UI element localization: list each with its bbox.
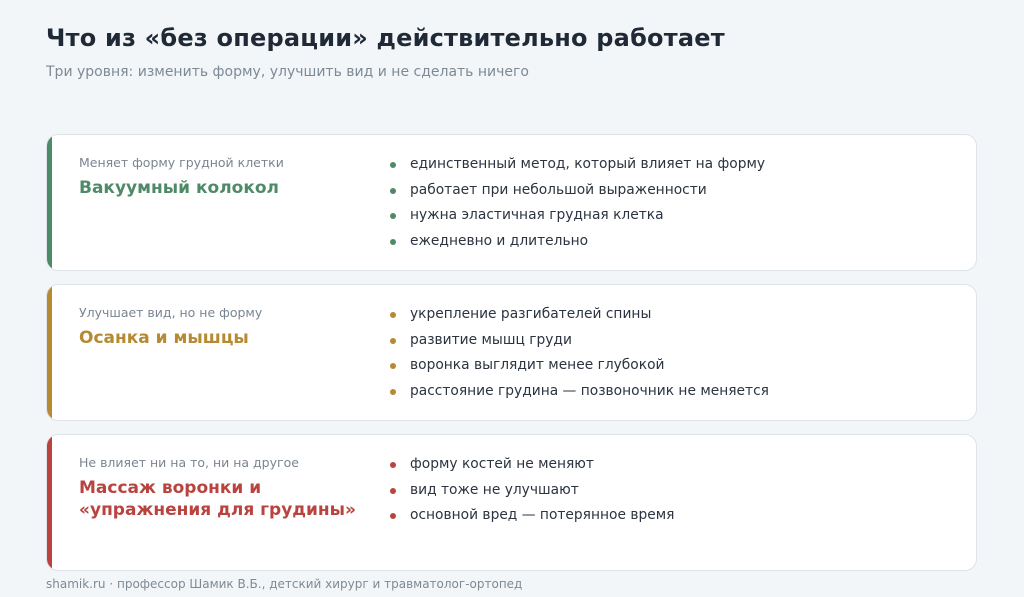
bullet-dot-icon: [390, 213, 396, 220]
list-item-text: вид тоже не улучшают: [410, 481, 579, 498]
page-subtitle: Три уровня: изменить форму, улучшить вид…: [46, 64, 529, 80]
page-title: Что из «без операции» действительно рабо…: [46, 24, 725, 52]
bullet-list: единственный метод, который влияет на фо…: [390, 152, 765, 255]
list-item: основной вред — потерянное время: [390, 503, 674, 529]
accent-bar: [47, 435, 52, 570]
card-heading-line: Массаж воронки и: [79, 478, 262, 498]
bullet-dot-icon: [390, 513, 396, 520]
bullet-dot-icon: [390, 239, 396, 246]
footer-credit: shamik.ru · профессор Шамик В.Б., детски…: [46, 577, 523, 591]
card-kicker: Не влияет ни на то, ни на другое: [79, 455, 299, 470]
list-item-text: воронка выглядит менее глубокой: [410, 357, 665, 374]
list-item-text: работает при небольшой выраженности: [410, 181, 707, 198]
list-item: вид тоже не улучшают: [390, 478, 674, 504]
list-item-text: нужна эластичная грудная клетка: [410, 207, 664, 224]
bullet-dot-icon: [390, 162, 396, 168]
list-item-text: укрепление разгибателей спины: [410, 306, 652, 322]
card-heading-line: Вакуумный колокол: [79, 178, 279, 198]
list-item-text: расстояние грудина — позвоночник не меня…: [410, 383, 769, 400]
bullet-dot-icon: [390, 312, 396, 318]
bullet-dot-icon: [390, 462, 396, 468]
list-item: укрепление разгибателей спины: [390, 302, 769, 328]
list-item-text: развитие мышц груди: [410, 331, 572, 348]
bullet-dot-icon: [390, 363, 396, 370]
accent-bar: [47, 285, 52, 420]
bullet-dot-icon: [390, 187, 396, 194]
list-item-text: основной вред — потерянное время: [410, 507, 675, 524]
bullet-dot-icon: [390, 389, 396, 396]
card-kicker: Улучшает вид, но не форму: [79, 305, 263, 320]
card-heading: Осанка и мышцы: [79, 327, 249, 349]
list-item: ежедневно и длительно: [390, 229, 765, 255]
card-vacuum-bell: Меняет форму грудной клетки Вакуумный ко…: [46, 134, 977, 271]
card-massage-exercises: Не влияет ни на то, ни на другое Массаж …: [46, 434, 977, 571]
list-item-text: форму костей не меняют: [410, 456, 594, 472]
accent-bar: [47, 135, 52, 270]
card-posture-muscles: Улучшает вид, но не форму Осанка и мышцы…: [46, 284, 977, 421]
list-item: нужна эластичная грудная клетка: [390, 203, 765, 229]
card-heading: Вакуумный колокол: [79, 177, 279, 199]
list-item-text: ежедневно и длительно: [410, 233, 589, 250]
bullet-dot-icon: [390, 337, 396, 344]
list-item: расстояние грудина — позвоночник не меня…: [390, 379, 769, 405]
bullet-dot-icon: [390, 487, 396, 494]
list-item: единственный метод, который влияет на фо…: [390, 152, 765, 178]
card-heading: Массаж воронки и «упражнения для грудины…: [79, 477, 356, 521]
card-kicker: Меняет форму грудной клетки: [79, 155, 284, 170]
list-item-text: единственный метод, который влияет на фо…: [410, 156, 766, 172]
bullet-list: укрепление разгибателей спины развитие м…: [390, 302, 769, 405]
list-item: работает при небольшой выраженности: [390, 178, 765, 204]
list-item: форму костей не меняют: [390, 452, 674, 478]
card-heading-line: Осанка и мышцы: [79, 328, 249, 348]
card-heading-line: «упражнения для грудины»: [79, 500, 357, 520]
list-item: развитие мышц груди: [390, 328, 769, 354]
list-item: воронка выглядит менее глубокой: [390, 353, 769, 379]
bullet-list: форму костей не меняют вид тоже не улучш…: [390, 452, 674, 529]
